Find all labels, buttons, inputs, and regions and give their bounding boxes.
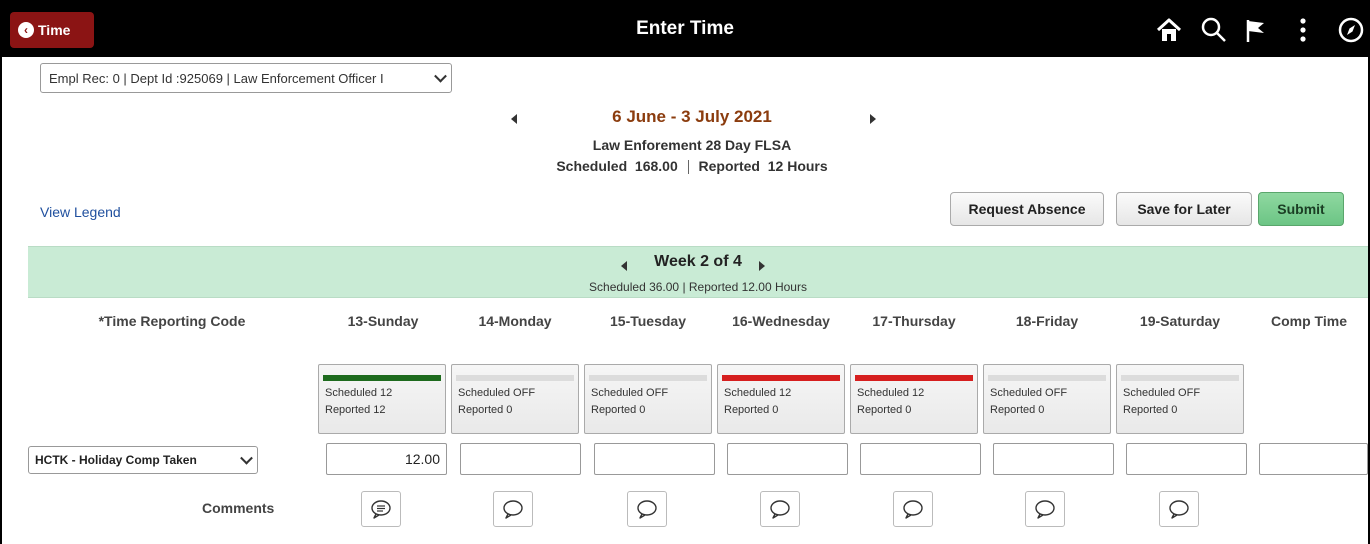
day-card-saturday[interactable]: Scheduled OFF Reported 0	[1116, 364, 1244, 434]
reported-value: 12 Hours	[767, 158, 828, 174]
hours-input-tuesday[interactable]	[594, 443, 715, 475]
hours-input-wednesday[interactable]	[727, 443, 848, 475]
day-header-saturday: 19-Saturday	[1139, 313, 1221, 329]
next-period-arrow-icon[interactable]	[870, 114, 876, 124]
day-reported: Reported 0	[724, 404, 779, 416]
comment-filled-icon	[371, 500, 391, 519]
period-totals: Scheduled 168.00 Reported 12 Hours	[492, 158, 892, 175]
hours-input-friday[interactable]	[993, 443, 1114, 475]
day-scheduled: Scheduled OFF	[990, 387, 1068, 399]
scheduled-value: 168.00	[634, 158, 678, 174]
chevron-down-icon	[240, 451, 253, 465]
day-status-bar	[855, 375, 973, 381]
comment-button-saturday[interactable]	[1159, 491, 1199, 527]
comment-button-monday[interactable]	[493, 491, 533, 527]
flag-icon[interactable]	[1240, 15, 1270, 45]
comment-button-sunday[interactable]	[361, 491, 401, 527]
view-legend-link[interactable]: View Legend	[40, 204, 121, 220]
day-status-bar	[589, 375, 707, 381]
comment-icon	[770, 500, 790, 519]
time-reporting-code-select[interactable]: HCTK - Holiday Comp Taken	[28, 446, 258, 474]
comment-button-tuesday[interactable]	[627, 491, 667, 527]
hours-input-monday[interactable]	[460, 443, 581, 475]
day-reported: Reported 0	[990, 404, 1045, 416]
schedule-name: Law Enforement 28 Day FLSA	[592, 137, 792, 153]
day-reported: Reported 0	[1123, 404, 1178, 416]
day-header-friday: 18-Friday	[1015, 313, 1079, 329]
day-scheduled: Scheduled OFF	[591, 387, 669, 399]
day-scheduled: Scheduled OFF	[458, 387, 536, 399]
day-card-tuesday[interactable]: Scheduled OFF Reported 0	[584, 364, 712, 434]
comment-button-friday[interactable]	[1025, 491, 1065, 527]
day-card-wednesday[interactable]: Scheduled 12 Reported 0	[717, 364, 845, 434]
search-icon[interactable]	[1198, 15, 1228, 45]
home-icon[interactable]	[1154, 15, 1184, 45]
submit-button[interactable]: Submit	[1258, 192, 1344, 226]
day-card-thursday[interactable]: Scheduled 12 Reported 0	[850, 364, 978, 434]
comment-button-thursday[interactable]	[893, 491, 933, 527]
navbar-compass-icon[interactable]	[1336, 15, 1366, 45]
comment-icon	[903, 500, 923, 519]
save-for-later-button[interactable]: Save for Later	[1116, 192, 1252, 226]
comment-button-wednesday[interactable]	[760, 491, 800, 527]
totals-divider	[687, 160, 689, 175]
day-card-friday[interactable]: Scheduled OFF Reported 0	[983, 364, 1111, 434]
day-header-monday: 14-Monday	[478, 313, 552, 329]
comment-icon	[1035, 500, 1055, 519]
hours-input-saturday[interactable]	[1126, 443, 1247, 475]
comment-icon	[1169, 500, 1189, 519]
hours-input-sunday[interactable]	[326, 443, 447, 475]
day-status-bar	[323, 375, 441, 381]
day-scheduled: Scheduled 12	[325, 387, 393, 399]
day-status-bar	[988, 375, 1106, 381]
day-reported: Reported 12	[325, 404, 386, 416]
next-week-arrow-icon[interactable]	[759, 261, 765, 271]
enter-time-page: ‹ Time Enter Time Empl Rec: 0 | Dept Id …	[0, 0, 1370, 544]
comp-time-header: Comp Time	[1271, 313, 1347, 329]
employment-record-value: Empl Rec: 0 | Dept Id :925069 | Law Enfo…	[49, 70, 384, 86]
more-actions-icon[interactable]	[1288, 15, 1318, 45]
day-header-wednesday: 16-Wednesday	[732, 313, 830, 329]
week-summary: Scheduled 36.00 | Reported 12.00 Hours	[589, 280, 807, 294]
day-status-bar	[722, 375, 840, 381]
day-reported: Reported 0	[857, 404, 912, 416]
request-absence-button[interactable]: Request Absence	[950, 192, 1104, 226]
day-scheduled: Scheduled OFF	[1123, 387, 1201, 399]
chevron-down-icon	[434, 69, 447, 83]
day-card-sunday[interactable]: Scheduled 12 Reported 12	[318, 364, 446, 434]
day-status-bar	[1121, 375, 1239, 381]
employment-record-select[interactable]: Empl Rec: 0 | Dept Id :925069 | Law Enfo…	[40, 63, 452, 93]
hours-input-thursday[interactable]	[860, 443, 981, 475]
day-reported: Reported 0	[591, 404, 646, 416]
comment-icon	[637, 500, 657, 519]
comment-icon	[503, 500, 523, 519]
hours-input-comp-time[interactable]	[1259, 443, 1368, 475]
period-range: 6 June - 3 July 2021	[612, 107, 772, 126]
reported-label: Reported	[698, 158, 760, 174]
day-header-thursday: 17-Thursday	[872, 313, 956, 329]
day-scheduled: Scheduled 12	[857, 387, 925, 399]
previous-period-arrow-icon[interactable]	[511, 114, 517, 124]
day-scheduled: Scheduled 12	[724, 387, 792, 399]
top-bar: ‹ Time Enter Time	[2, 0, 1368, 57]
time-reporting-code-header: *Time Reporting Code	[98, 313, 246, 329]
day-header-tuesday: 15-Tuesday	[610, 313, 686, 329]
time-reporting-code-value: HCTK - Holiday Comp Taken	[35, 453, 197, 467]
scheduled-label: Scheduled	[556, 158, 628, 174]
day-header-sunday: 13-Sunday	[347, 313, 419, 329]
back-button-label: Time	[38, 22, 71, 38]
day-status-bar	[456, 375, 574, 381]
day-card-monday[interactable]: Scheduled OFF Reported 0	[451, 364, 579, 434]
back-to-time-button[interactable]: ‹ Time	[10, 12, 94, 48]
week-navigation-band: Week 2 of 4 Scheduled 36.00 | Reported 1…	[28, 246, 1368, 298]
comments-label: Comments	[202, 500, 275, 516]
day-reported: Reported 0	[458, 404, 513, 416]
chevron-left-icon: ‹	[18, 22, 34, 38]
